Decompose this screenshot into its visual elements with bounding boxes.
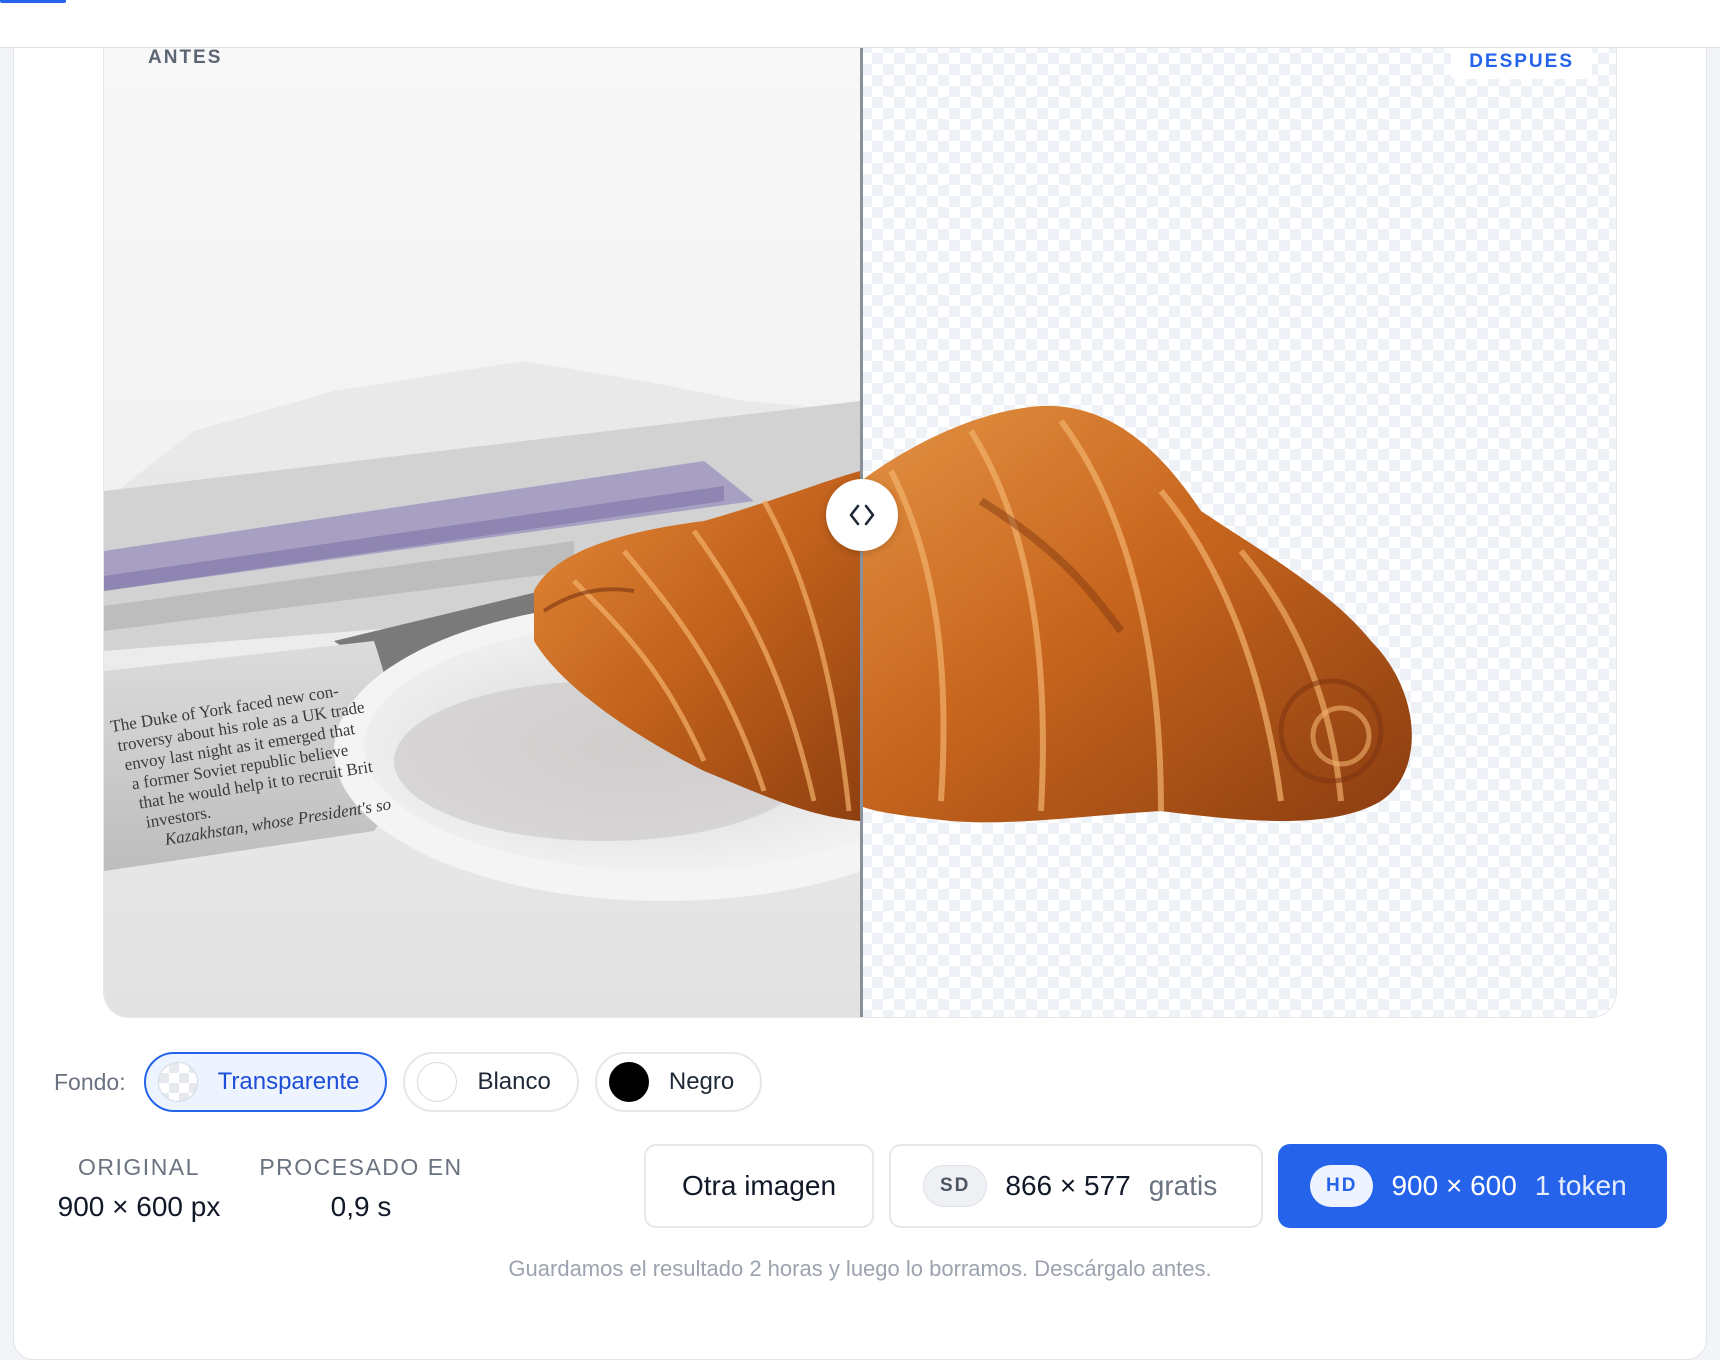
hd-badge: HD bbox=[1310, 1165, 1374, 1207]
original-photo: The Duke of York faced new con- troversy… bbox=[104, 361, 860, 901]
other-image-button[interactable]: Otra imagen bbox=[644, 1144, 874, 1228]
before-image-pane: The Duke of York faced new con- troversy… bbox=[104, 31, 860, 1017]
background-option-black[interactable]: Negro bbox=[594, 1052, 763, 1112]
comparison-slider-handle[interactable] bbox=[826, 479, 898, 551]
background-option-label: Transparente bbox=[217, 1068, 360, 1095]
hd-price: 1 token bbox=[1534, 1170, 1627, 1201]
background-option-label: Blanco bbox=[477, 1068, 551, 1095]
after-label: DESPUES bbox=[1451, 47, 1592, 79]
black-swatch-icon bbox=[608, 1062, 649, 1102]
sd-size: 866 × 577 bbox=[1005, 1170, 1131, 1201]
sd-price: gratis bbox=[1148, 1170, 1218, 1201]
logo-fragment bbox=[0, 0, 66, 3]
hd-size: 900 × 600 bbox=[1391, 1170, 1517, 1201]
retention-notice: Guardamos el resultado 2 horas y luego l… bbox=[508, 1256, 1212, 1281]
top-navigation-bar bbox=[0, 0, 1720, 48]
background-selector: Fondo: Transparente Blanco Negro bbox=[54, 1052, 763, 1112]
processing-time-stat: PROCESADO EN 0,9 s bbox=[258, 1154, 464, 1223]
after-image-pane: DESPUES bbox=[861, 31, 1616, 1017]
stat-value: 0,9 s bbox=[330, 1191, 392, 1222]
background-option-label: Negro bbox=[668, 1068, 735, 1095]
white-swatch-icon bbox=[417, 1062, 458, 1102]
background-option-transparent[interactable]: Transparente bbox=[143, 1052, 388, 1112]
stat-value: 900 × 600 px bbox=[57, 1191, 221, 1222]
original-size-stat: ORIGINAL 900 × 600 px bbox=[54, 1154, 224, 1223]
cutout-photo bbox=[861, 405, 1412, 823]
background-option-white[interactable]: Blanco bbox=[403, 1052, 579, 1112]
chevron-left-right-icon bbox=[849, 504, 875, 526]
sd-badge: SD bbox=[923, 1165, 988, 1207]
checkerboard-swatch-icon bbox=[157, 1062, 198, 1102]
before-label: ANTES bbox=[148, 47, 223, 68]
download-hd-button[interactable]: HD 900 × 600 1 token bbox=[1278, 1144, 1667, 1228]
background-label: Fondo: bbox=[54, 1068, 126, 1095]
stat-label: ORIGINAL bbox=[78, 1154, 200, 1180]
download-sd-button[interactable]: SD 866 × 577 gratis bbox=[889, 1144, 1263, 1228]
before-after-comparison[interactable]: The Duke of York faced new con- troversy… bbox=[103, 30, 1617, 1018]
stat-label: PROCESADO EN bbox=[259, 1154, 463, 1180]
